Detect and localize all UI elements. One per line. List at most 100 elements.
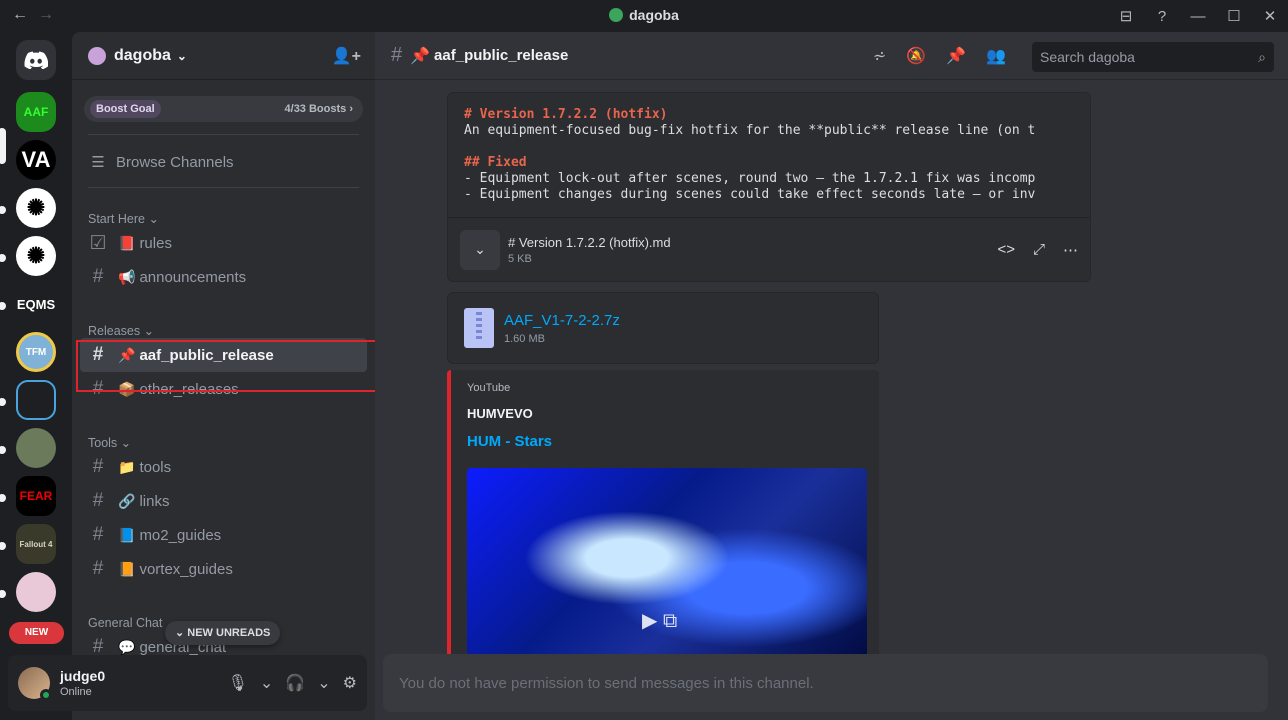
server-blue[interactable]: [16, 380, 56, 420]
username: judge0: [60, 668, 106, 684]
channel-links[interactable]: # 🔗 links: [80, 484, 367, 518]
hash-icon: #: [92, 524, 104, 545]
channel-rules[interactable]: ☑ 📕 rules: [80, 226, 367, 260]
channel-sidebar: dagoba ⌄ 👤+ Boost Goal 4/33 Boosts › ☰ B…: [72, 32, 375, 720]
rules-channel-icon: ☑: [89, 232, 107, 254]
new-unreads-button[interactable]: ⌄ NEW UNREADS: [165, 621, 281, 645]
message-input: You do not have permission to send messa…: [383, 654, 1268, 712]
channel-announcements[interactable]: # 📢 announcements: [80, 260, 367, 294]
server-aaf[interactable]: AAF: [16, 92, 56, 132]
unread-pill: [0, 542, 6, 550]
unread-pill: [0, 206, 6, 214]
expand-chevron-icon[interactable]: ⌄: [460, 229, 500, 270]
maximize-icon[interactable]: ☐: [1216, 7, 1252, 25]
member-list-icon[interactable]: 👥: [986, 46, 1006, 66]
embed-provider: YouTube: [467, 382, 511, 394]
hash-icon: #: [92, 558, 104, 579]
browse-channels-label: Browse Channels: [116, 153, 234, 171]
pin-emoji-icon: 📌: [410, 47, 431, 65]
channel-label: mo2_guides: [139, 526, 222, 544]
play-icon[interactable]: ▶ ⧉: [642, 608, 677, 633]
server-emblem-1[interactable]: ✺: [16, 188, 56, 228]
help-icon[interactable]: ?: [1144, 8, 1180, 25]
online-status-icon: [40, 689, 52, 701]
window-title: dagoba: [0, 7, 1288, 23]
title-bar: ← → dagoba ⊟ ? — ☐ ✕: [0, 0, 1288, 32]
close-icon[interactable]: ✕: [1252, 7, 1288, 25]
message-input-placeholder: You do not have permission to send messa…: [399, 674, 814, 692]
unread-pill: [0, 590, 6, 598]
settings-gear-icon[interactable]: ⚙: [343, 673, 357, 693]
server-header[interactable]: dagoba ⌄ 👤+: [72, 32, 375, 80]
search-input[interactable]: Search dagoba ⌕: [1032, 42, 1274, 72]
view-code-icon[interactable]: <>: [997, 241, 1015, 259]
headphones-icon[interactable]: 🎧: [285, 673, 305, 693]
server-tfm[interactable]: TFM: [16, 332, 56, 372]
emblem-icon: ✺: [26, 195, 46, 220]
threads-icon[interactable]: ⩫: [873, 46, 886, 66]
unread-pill: [0, 494, 6, 502]
video-thumbnail[interactable]: ▶ ⧉: [467, 468, 867, 660]
inbox-icon[interactable]: ⊟: [1108, 7, 1144, 25]
channel-emoji: 📢: [118, 268, 136, 285]
unread-pill: [0, 398, 6, 406]
channel-tools[interactable]: # 📁 tools: [80, 450, 367, 484]
server-cat[interactable]: [16, 572, 56, 612]
attachment-size: 1.60 MB: [504, 332, 545, 345]
channel-aaf-public-release[interactable]: # 📌 aaf_public_release: [80, 338, 367, 372]
channel-emoji: 📦: [118, 380, 136, 397]
boost-label: Boost Goal: [90, 100, 161, 118]
server-fallout4[interactable]: Fallout 4: [16, 524, 56, 564]
server-list: AAF VA ✺ ✺ EQMS TFM FEAR Fallout 4 NEW: [0, 32, 72, 720]
browse-channels[interactable]: ☰ Browse Channels: [80, 145, 367, 179]
boost-goal[interactable]: Boost Goal 4/33 Boosts ›: [84, 96, 363, 122]
locked-hash-icon: #: [391, 44, 403, 66]
direct-messages-button[interactable]: [16, 40, 56, 80]
category-releases[interactable]: Releases ⌄: [72, 314, 375, 338]
channel-vortex-guides[interactable]: # 📙 vortex_guides: [80, 552, 367, 586]
channel-label: vortex_guides: [139, 560, 233, 578]
channel-emoji: 📙: [118, 560, 136, 577]
fullscreen-icon[interactable]: ⤢: [1033, 241, 1045, 259]
discord-icon: [24, 51, 48, 69]
code-content: # Version 1.7.2.2 (hotfix) An equipment-…: [464, 107, 1036, 202]
chat-header: # 📌 aaf_public_release ⩫ 🔕 📌 👥 Search da…: [375, 32, 1288, 80]
category-start-here[interactable]: Start Here ⌄: [72, 202, 375, 226]
attachment-link[interactable]: AAF_V1-7-2-2.7z: [504, 312, 620, 329]
channel-label: aaf_public_release: [139, 346, 274, 364]
channel-emoji: 💬: [118, 638, 136, 655]
user-panel: judge0 Online 🎙 ⌄ 🎧 ⌄ ⚙: [8, 655, 367, 711]
channel-emoji: 📁: [118, 458, 136, 475]
channel-emoji: 📘: [118, 526, 136, 543]
server-emblem-2[interactable]: ✺: [16, 236, 56, 276]
server-map[interactable]: [16, 428, 56, 468]
channel-title: aaf_public_release: [434, 47, 569, 64]
channel-emoji: 🔗: [118, 492, 136, 509]
more-options-icon[interactable]: ⋯: [1063, 241, 1078, 259]
hash-icon: #: [92, 266, 104, 287]
zip-file-icon: [464, 308, 494, 348]
hash-icon: #: [92, 456, 104, 477]
chevron-down-icon[interactable]: ⌄: [260, 673, 273, 693]
channel-other-releases[interactable]: # 📦 other_releases: [80, 372, 367, 406]
locked-hash-icon: #: [92, 378, 104, 399]
channel-mo2-guides[interactable]: # 📘 mo2_guides: [80, 518, 367, 552]
category-tools[interactable]: Tools ⌄: [72, 426, 375, 450]
unread-pill: [0, 446, 6, 454]
attachment-card: AAF_V1-7-2-2.7z 1.60 MB: [447, 292, 879, 364]
embed-title[interactable]: HUM - Stars: [467, 433, 863, 450]
divider: [88, 187, 359, 188]
embed-author[interactable]: HUMVEVO: [467, 406, 863, 421]
invite-people-icon[interactable]: 👤+: [332, 46, 361, 66]
chevron-down-icon[interactable]: ⌄: [317, 673, 330, 693]
notifications-muted-icon[interactable]: 🔕: [906, 46, 926, 66]
minimize-icon[interactable]: —: [1180, 8, 1216, 25]
avatar[interactable]: [18, 667, 52, 701]
microphone-icon[interactable]: 🎙: [228, 673, 248, 693]
server-va[interactable]: VA: [16, 140, 56, 180]
search-icon: ⌕: [1258, 48, 1266, 65]
server-eqms[interactable]: EQMS: [16, 284, 56, 324]
pinned-messages-icon[interactable]: 📌: [946, 46, 966, 66]
new-badge[interactable]: NEW: [9, 622, 64, 644]
server-fear[interactable]: FEAR: [16, 476, 56, 516]
